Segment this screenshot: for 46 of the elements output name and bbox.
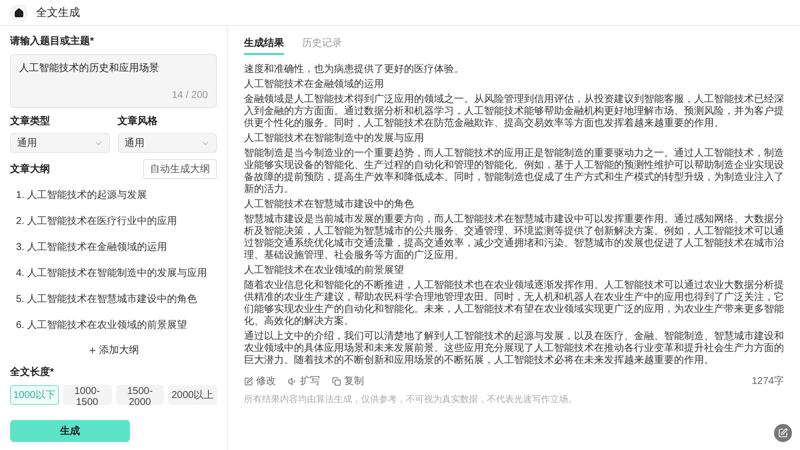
generate-button[interactable]: 生成 (10, 420, 130, 442)
outline-item[interactable]: 5. 人工智能技术在智慧城市建设中的角色 (10, 289, 217, 309)
article-paragraph: 人工智能技术在智慧城市建设中的角色 (244, 199, 415, 211)
plus-icon (88, 346, 97, 354)
outline-item[interactable]: 4. 人工智能技术在智能制造中的发展与应用 (10, 263, 217, 283)
length-option[interactable]: 2000以上 (168, 385, 217, 405)
page-title: 全文生成 (36, 6, 80, 20)
field-label: 请输入题目或主题* (10, 34, 95, 48)
section-label: 全文长度* (10, 365, 55, 379)
tab[interactable]: 生成结果 (244, 36, 284, 55)
article-paragraph: 人工智能技术在金融领域的运用 (244, 79, 385, 91)
action-button[interactable]: 复制 (332, 374, 364, 388)
article-paragraph: 速度和准确性，也为病患提供了更好的医疗体验。 (244, 64, 465, 76)
outline-item[interactable]: 6. 人工智能技术在农业领域的前景展望 (10, 315, 217, 335)
length-option[interactable]: 1000-1500 (62, 385, 112, 405)
character-counter: 14 / 200 (172, 90, 208, 101)
length-option[interactable]: 1500-2000 (116, 385, 164, 405)
disclaimer-text: 所有结果内容均由算法生成，仅供参考，不可视为真实数据，不代表光速写作立场。 (244, 393, 578, 406)
dropdown[interactable]: 通用 (118, 133, 217, 153)
add-outline-button[interactable]: 添加大纲 (86, 341, 141, 359)
article-paragraph: 智能制造是当今制造业的一个重要趋势，而人工智能技术的应用正是智能制造的重要驱动力之一。通过人工智能技术，制造业能够实现设备的智能化、生产过程的自动化和管理的智能化。例如，基于人工智能的预测性维护可以帮助制造企业实现设备故障的提前预防，提高生产效率和降低成本。同时，智能制造也促成了生产方式和生产模式的转型升级，为制造业注入了新的活力。 (244, 148, 784, 196)
article-paragraph: 随着农业信息化和智能化的不断推进，人工智能技术也在农业领域逐渐发挥作用。人工智能技术可以通过农业大数据分析提供精准的农业生产建议，帮助农民科学合理地管理农田。同时，无人机和机器人在农业生产中的应用也得到了广泛关注，它们能够实现农业生产的自动化和智能化。未来，人工智能技术有望在农业领域实现更广泛的应用，为农业生产带来更多智能化、高效化的解决方案。 (244, 280, 784, 328)
edit-icon (244, 376, 253, 386)
word-count: 1274字 (752, 374, 784, 388)
floating-edit-button[interactable] (774, 424, 792, 442)
article-paragraph: 人工智能技术在农业领域的前景展望 (244, 265, 405, 277)
outline-item[interactable]: 3. 人工智能技术在金融领域的运用 (10, 237, 217, 257)
copy-icon (332, 376, 341, 386)
action-button[interactable]: 扩写 (288, 374, 320, 388)
speaker-icon (288, 376, 297, 386)
home-icon (14, 8, 24, 18)
field-label: 文章风格 (118, 114, 158, 128)
outline-item[interactable]: 1. 人工智能技术的起源与发展 (10, 185, 217, 205)
topic-field[interactable]: 人工智能技术的历史和应用场景 14 / 200 (10, 54, 217, 108)
home-button[interactable] (10, 4, 28, 22)
article-paragraph: 通过以上文中的介绍，我们可以清楚地了解到人工智能技术的起源与发展，以及在医疗、金融、智能制造、智慧城市建设和农业领域中的具体应用场景和未来发展前景。这些应用充分展现了人工智能技术在推动各行业变革和提升社会生产力方面的巨大潜力。随着技术的不断创新和应用场景的不断拓展，人工智能技术必将在未来发挥越来越重要的作用。 (244, 331, 784, 367)
outline-item[interactable]: 2. 人工智能技术在医疗行业中的应用 (10, 211, 217, 231)
article-paragraph: 智慧城市建设是当前城市发展的重要方向，而人工智能技术在智慧城市建设中可以发挥重要作用。通过感知网络、大数据分析及智能决策，人工智能为智慧城市的公共服务、交通管理、环境监测等提供了创新解决方案。例如，人工智能技术可以通过智能交通系统优化城市交通流量，提高交通效率，减少交通拥堵和污染。智慧城市的发展也促进了人工智能技术在城市治理、基础设施管理、社会服务等方面的广泛应用。 (244, 214, 784, 262)
article-paragraph: 人工智能技术在智能制造中的发展与应用 (244, 133, 425, 145)
dropdown[interactable]: 通用 (10, 133, 110, 153)
auto-outline-button[interactable]: 自动生成大纲 (143, 159, 217, 179)
edit-icon (778, 428, 788, 438)
article-paragraph: 金融领域是人工智能技术得到广泛应用的领域之一。从风险管理到信用评估，从投资建议到智能客服，人工智能技术已经深入到金融的方方面面。通过数据分析和机器学习，人工智能技术能够帮助金融机构更好地理解市场、预测风险，并为客户提供更个性化的服务。同时，人工智能技术在防范金融欺诈、提高交易效率等方面也发挥着越来越重要的作用。 (244, 94, 784, 130)
section-label: 文章大纲 (10, 162, 50, 176)
field-label: 文章类型 (10, 114, 51, 128)
action-button[interactable]: 修改 (244, 374, 276, 388)
